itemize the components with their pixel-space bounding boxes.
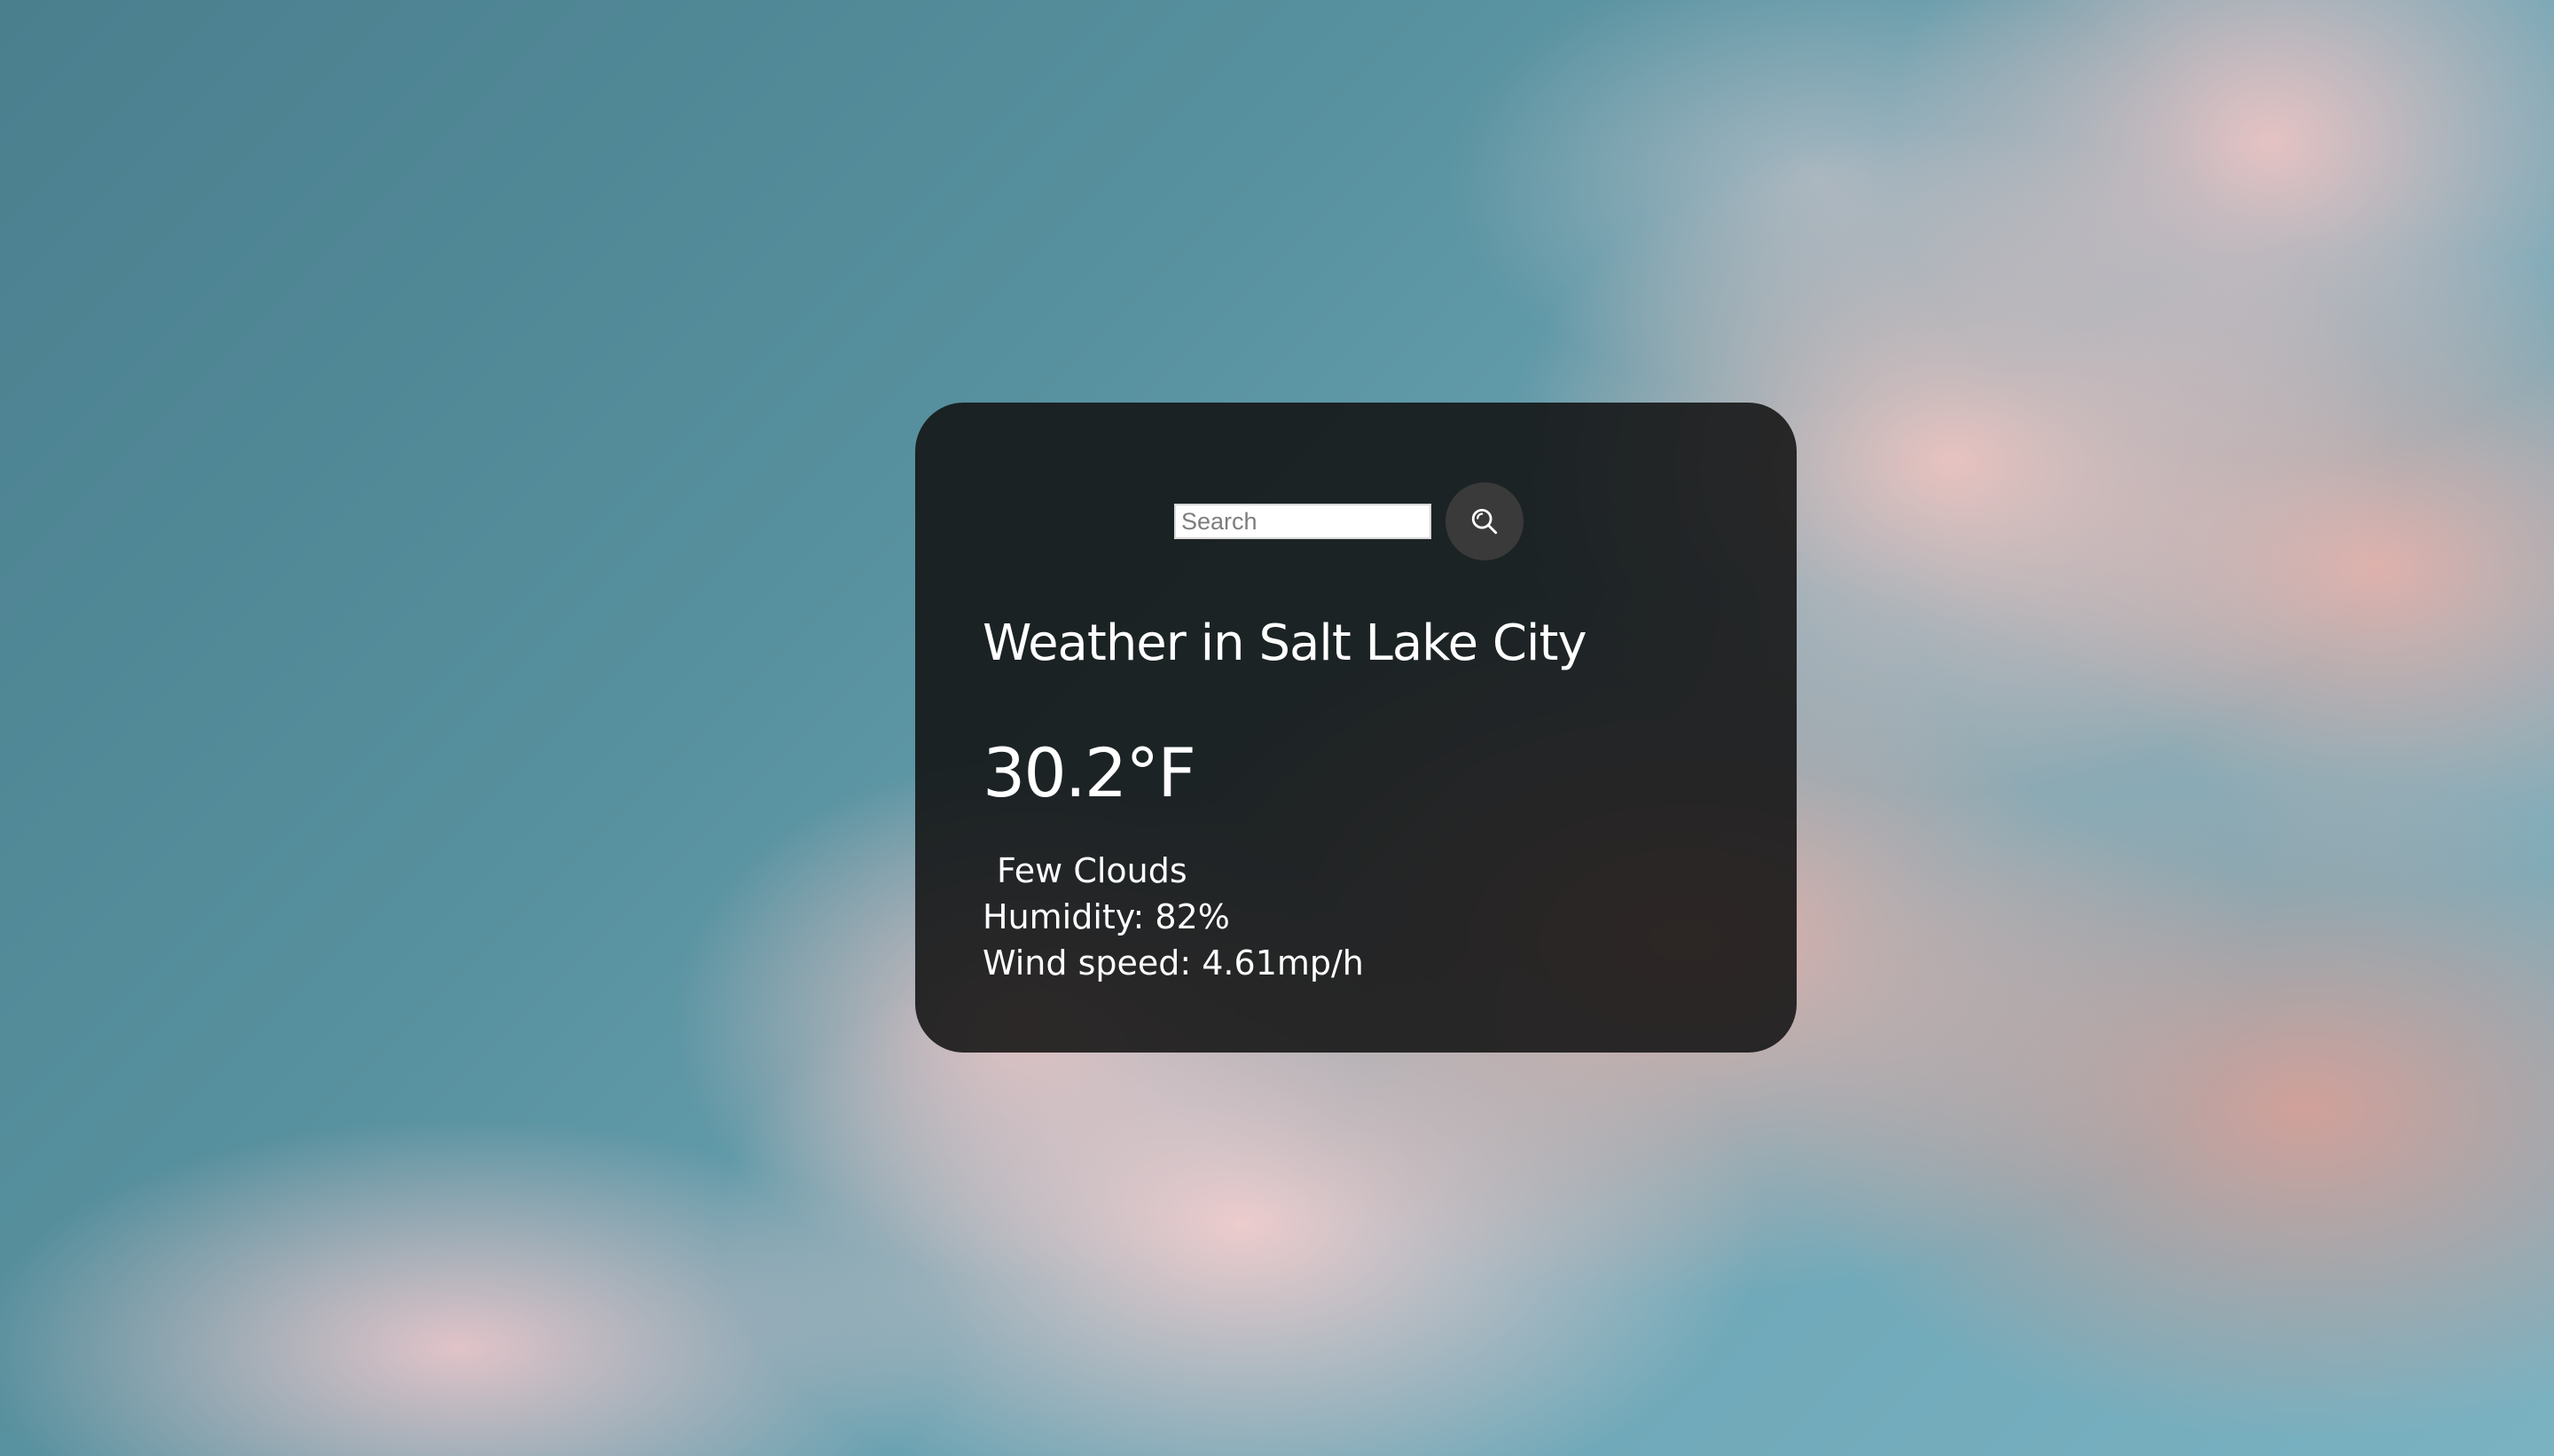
- weather-description: Few Clouds: [997, 851, 1187, 890]
- search-bar: [1174, 482, 1524, 560]
- weather-card: Weather in Salt Lake City 30.2°F Few Clo…: [915, 403, 1797, 1053]
- city-title: Weather in Salt Lake City: [983, 614, 1587, 672]
- search-button[interactable]: [1445, 482, 1524, 560]
- wind-speed: Wind speed: 4.61mp/h: [983, 943, 1364, 982]
- search-icon: [1471, 508, 1498, 535]
- weather-details: Few Clouds Humidity: 82% Wind speed: 4.6…: [983, 848, 1364, 986]
- temperature: 30.2°F: [983, 733, 1196, 812]
- humidity: Humidity: 82%: [983, 897, 1230, 936]
- search-input[interactable]: [1174, 504, 1431, 539]
